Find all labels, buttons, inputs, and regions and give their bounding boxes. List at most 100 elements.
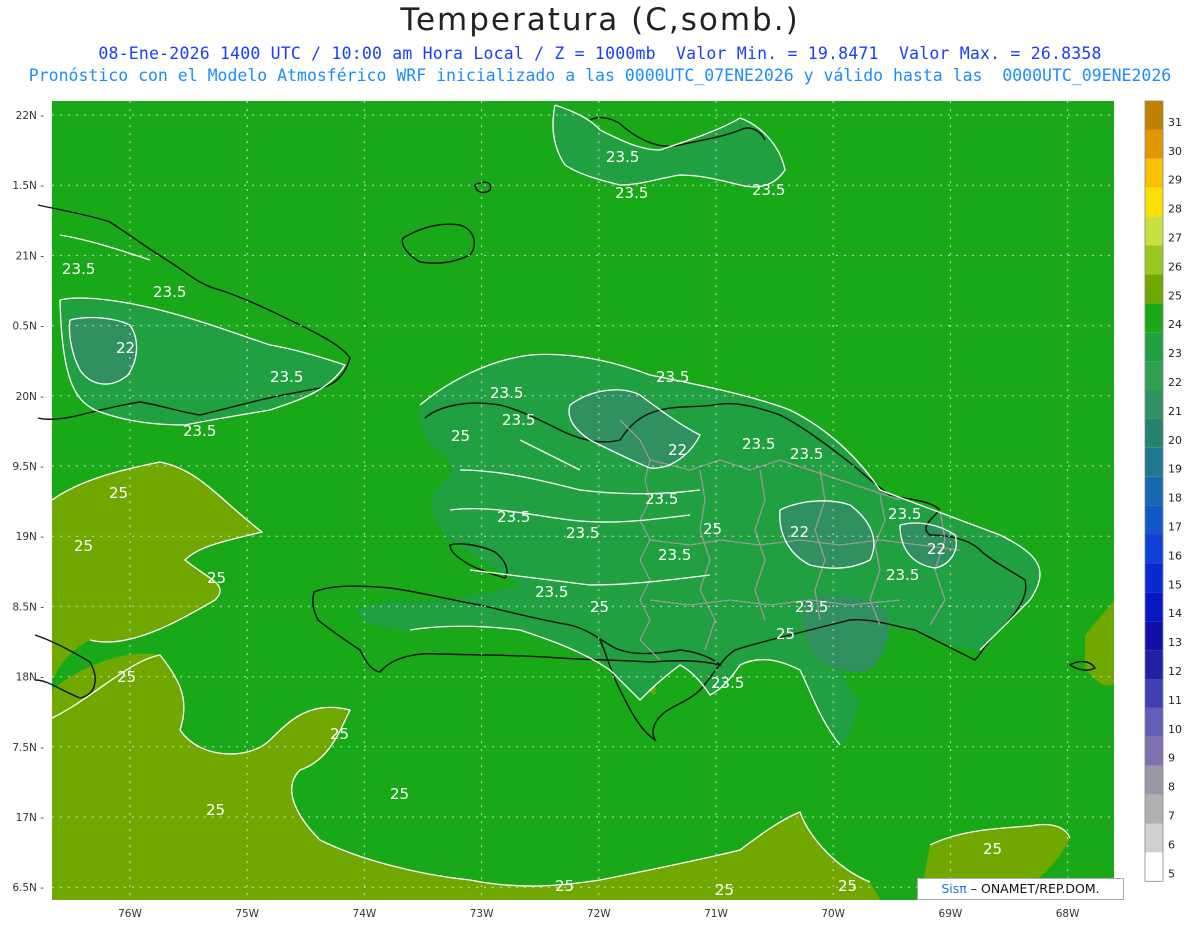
contour-label: 22 xyxy=(116,339,135,357)
contour-label: 25 xyxy=(776,625,795,643)
contour-label: 25 xyxy=(983,840,1002,858)
colorbar-swatch xyxy=(1145,534,1163,564)
colorbar-label: 25 xyxy=(1168,289,1182,302)
colorbar-swatch xyxy=(1145,621,1163,651)
colorbar-label: 28 xyxy=(1168,203,1182,216)
colorbar-swatch xyxy=(1145,563,1163,593)
contour-label: 23.5 xyxy=(62,260,95,278)
longitude-label: 76W xyxy=(118,908,142,920)
contour-label: 23.5 xyxy=(790,445,823,463)
colorbar-label: 22 xyxy=(1168,376,1182,389)
colorbar-label: 29 xyxy=(1168,174,1182,187)
colorbar-label: 7 xyxy=(1168,810,1175,823)
contour-label: 23.5 xyxy=(888,505,921,523)
longitude-label: 72W xyxy=(587,908,611,920)
longitude-label: 75W xyxy=(235,908,259,920)
colorbar-label: 19 xyxy=(1168,463,1182,476)
contour-label: 23.5 xyxy=(566,524,599,542)
contour-label: 25 xyxy=(74,537,93,555)
longitude-label: 71W xyxy=(704,908,728,920)
contour-label: 23.5 xyxy=(153,283,186,301)
colorbar-swatch xyxy=(1145,765,1163,795)
credit-brand: Sisπ xyxy=(941,881,967,896)
colorbar-swatch xyxy=(1145,101,1163,130)
colorbar-label: 20 xyxy=(1168,434,1182,447)
longitude-labels: 76W 75W 74W 73W 72W 71W 70W 69W 68W xyxy=(118,908,1080,920)
latitude-label: 8.5N - xyxy=(12,601,44,613)
contour-label: 25 xyxy=(390,785,409,803)
colorbar-swatch xyxy=(1145,303,1163,333)
credit-text: – ONAMET/REP.DOM. xyxy=(966,881,1100,896)
contour-label: 22 xyxy=(790,523,809,541)
contour-label: 23.5 xyxy=(742,435,775,453)
colorbar-swatch xyxy=(1145,158,1163,188)
colorbar-swatch xyxy=(1145,794,1163,824)
colorbar: 31 30 29 28 27 26 25 24 23 22 21 20 19 18 17 16 15 14 13 12… xyxy=(1144,100,1182,882)
colorbar-label: 27 xyxy=(1168,232,1182,245)
colorbar-swatch xyxy=(1145,274,1163,304)
colorbar-label: 18 xyxy=(1168,492,1182,505)
latitude-label: 19N - xyxy=(16,531,45,543)
contour-label: 25 xyxy=(590,598,609,616)
colorbar-label: 13 xyxy=(1168,636,1182,649)
temperature-map: 22N - 1.5N - 21N - 0.5N - 20N - 9.5N - 19N - 8.… xyxy=(12,100,1182,920)
colorbar-label: 12 xyxy=(1168,665,1182,678)
contour-label: 25 xyxy=(206,801,225,819)
colorbar-swatch xyxy=(1145,823,1163,853)
longitude-label: 68W xyxy=(1056,908,1080,920)
colorbar-swatch xyxy=(1145,187,1163,217)
colorbar-label: 9 xyxy=(1168,752,1175,765)
colorbar-swatch xyxy=(1145,650,1163,679)
contour-label: 23.5 xyxy=(711,674,744,692)
colorbar-label: 5 xyxy=(1168,867,1175,880)
colorbar-swatch xyxy=(1145,852,1163,882)
colorbar-swatch xyxy=(1145,418,1163,448)
contour-label: 22 xyxy=(927,540,946,558)
latitude-label: 7.5N - xyxy=(12,742,44,754)
contour-label: 25 xyxy=(838,877,857,895)
contour-label: 23.5 xyxy=(795,598,828,616)
contour-label: 25 xyxy=(451,427,470,445)
colorbar-label: 8 xyxy=(1168,781,1175,794)
contour-label: 23.5 xyxy=(606,148,639,166)
longitude-label: 73W xyxy=(470,908,494,920)
contour-label: 23.5 xyxy=(497,508,530,526)
colorbar-label: 21 xyxy=(1168,405,1182,418)
contour-label: 23.5 xyxy=(502,411,535,429)
contour-label: 23.5 xyxy=(752,181,785,199)
colorbar-label: 16 xyxy=(1168,549,1182,562)
colorbar-label: 17 xyxy=(1168,521,1182,534)
colorbar-swatch xyxy=(1145,679,1163,708)
contour-label: 23.5 xyxy=(658,546,691,564)
longitude-label: 70W xyxy=(821,908,845,920)
colorbar-swatch xyxy=(1145,447,1163,477)
colorbar-label: 23 xyxy=(1168,347,1182,360)
colorbar-swatch xyxy=(1145,707,1163,737)
colorbar-swatch xyxy=(1145,736,1163,766)
credit-badge: Sisπ – ONAMET/REP.DOM. xyxy=(917,878,1124,900)
colorbar-swatch xyxy=(1145,390,1163,419)
colorbar-swatch xyxy=(1145,476,1163,506)
colorbar-label: 11 xyxy=(1168,694,1182,707)
contour-label: 23.5 xyxy=(183,422,216,440)
colorbar-label: 24 xyxy=(1168,318,1182,331)
contour-label: 23.5 xyxy=(270,368,303,386)
contour-label: 23.5 xyxy=(656,368,689,386)
contour-label: 23.5 xyxy=(615,184,648,202)
latitude-label: 22N - xyxy=(16,110,45,122)
contour-label: 23.5 xyxy=(490,384,523,402)
colorbar-label: 6 xyxy=(1168,838,1175,851)
colorbar-label: 10 xyxy=(1168,723,1182,736)
latitude-label: 17N - xyxy=(16,812,45,824)
colorbar-swatch xyxy=(1145,505,1163,535)
latitude-label: 9.5N - xyxy=(12,461,44,473)
colorbar-label: 26 xyxy=(1168,260,1182,273)
longitude-label: 69W xyxy=(939,908,963,920)
contour-label: 25 xyxy=(330,725,349,743)
latitude-label: 20N - xyxy=(16,391,45,403)
colorbar-label: 31 xyxy=(1168,116,1182,129)
latitude-label: 6.5N - xyxy=(12,882,44,894)
colorbar-swatch xyxy=(1145,361,1163,390)
contour-label: 25 xyxy=(207,569,226,587)
contour-label: 25 xyxy=(715,881,734,899)
